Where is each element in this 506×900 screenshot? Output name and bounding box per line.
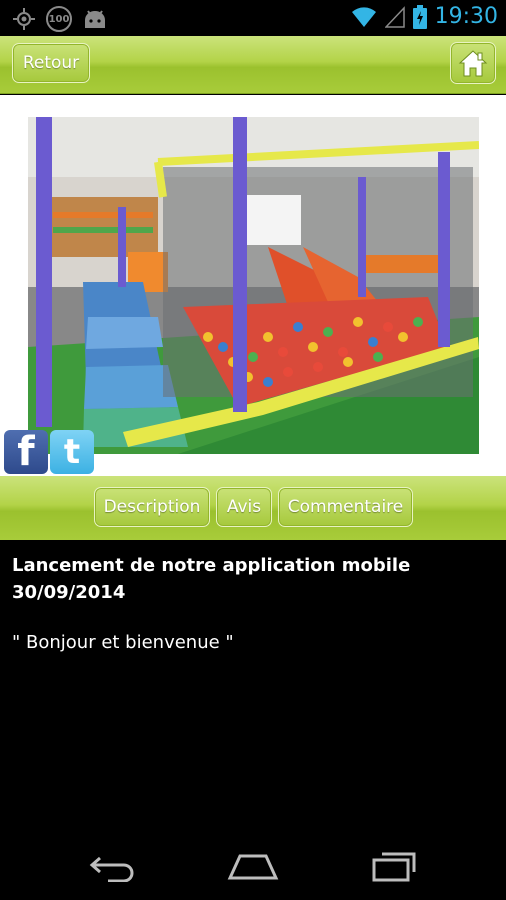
wifi-icon [351, 6, 376, 27]
playground-photo [28, 117, 479, 454]
battery-icon [412, 4, 427, 29]
description-content: Lancement de notre application mobile 30… [0, 540, 506, 832]
status-right-icons: 19:30 [351, 4, 498, 29]
description-quote: " Bonjour et bienvenue " [12, 632, 234, 653]
speed-badge-text: 100 [48, 13, 70, 25]
app-header: Retour [0, 36, 506, 94]
tab-avis[interactable]: Avis [216, 487, 272, 527]
status-left-icons: 100 [12, 6, 108, 32]
android-icon [85, 10, 105, 28]
twitter-icon: t [63, 432, 81, 472]
social-buttons: f t [4, 429, 94, 475]
back-button[interactable]: Retour [12, 43, 90, 83]
status-bar: 100 19:30 [0, 0, 506, 36]
facebook-icon: f [17, 429, 35, 475]
content-panel: f t [0, 95, 506, 476]
description-date: 30/09/2014 [12, 582, 126, 603]
tab-commentaire[interactable]: Commentaire [278, 487, 413, 527]
twitter-button[interactable]: t [50, 430, 94, 474]
tab-bar: Description Avis Commentaire [0, 476, 506, 540]
back-icon[interactable] [88, 850, 138, 882]
signal-icon [384, 5, 405, 28]
facebook-button[interactable]: f [4, 429, 48, 475]
playground-image [28, 117, 479, 454]
tab-description[interactable]: Description [94, 487, 210, 527]
gps-icon [13, 8, 35, 30]
home-icon [458, 50, 488, 77]
status-clock: 19:30 [434, 4, 498, 29]
speed-100-icon: 100 [46, 6, 72, 32]
recent-apps-icon[interactable] [370, 850, 418, 882]
home-nav-icon[interactable] [226, 850, 280, 882]
system-nav-bar [0, 832, 506, 900]
description-title: Lancement de notre application mobile [12, 555, 411, 576]
home-button[interactable] [450, 42, 496, 84]
